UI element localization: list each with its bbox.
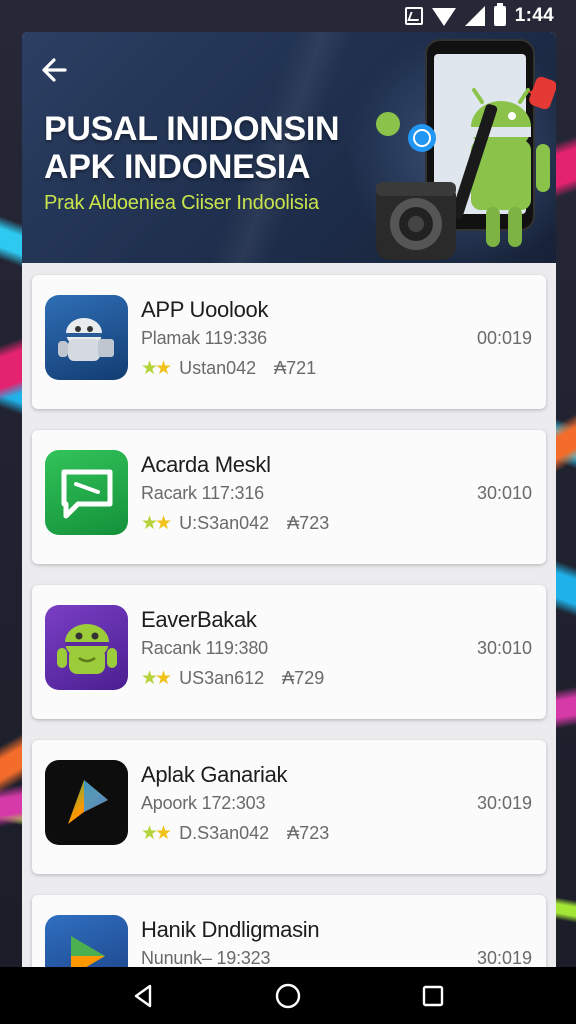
status-bar: 1:44 bbox=[0, 0, 576, 32]
rating-user: US3an612 bbox=[179, 668, 265, 688]
page-subtitle: Prak Aldoeniea Ciiser Indoolisia bbox=[44, 192, 319, 214]
app-meta: Apoork 172:303 bbox=[141, 793, 266, 813]
header-banner: PUSAL INIDONSIN APK INDONESIA Prak Aldoe… bbox=[22, 32, 556, 263]
rating-row: ★★ D.S3an042 ₳723 bbox=[141, 822, 329, 845]
image-notification-icon bbox=[404, 7, 423, 25]
list-item[interactable]: Hanik Dndligmasin Nununk– 19:323 30:019 bbox=[32, 895, 546, 967]
app-window: PUSAL INIDONSIN APK INDONESIA Prak Aldoe… bbox=[22, 32, 556, 967]
battery-icon bbox=[493, 3, 506, 26]
star-rating-icon: ★★ bbox=[141, 668, 172, 689]
star-rating-icon: ★★ bbox=[141, 358, 172, 379]
chat-bubble-icon bbox=[45, 450, 128, 535]
app-meta: Racank 119:380 bbox=[141, 638, 268, 658]
recents-square-icon bbox=[423, 985, 444, 1006]
title-line-2: APK INDONESIA bbox=[44, 148, 311, 186]
rating-user: Ustan042 bbox=[179, 358, 257, 378]
android-phone-illustration bbox=[376, 39, 556, 260]
rating-row: ★★ Ustan042 ₳721 bbox=[141, 357, 316, 380]
app-size: 00:019 bbox=[476, 328, 532, 348]
wifi-icon bbox=[431, 8, 456, 26]
star-rating-icon: ★★ bbox=[141, 823, 172, 844]
rating-row: ★★ U:S3an042 ₳723 bbox=[141, 512, 329, 535]
rating-user: U:S3an042 bbox=[179, 513, 270, 533]
app-name: Aplak Ganariak bbox=[141, 762, 288, 787]
list-item[interactable]: APP Uoolook Plamak 119:336 00:019 ★★ Ust… bbox=[32, 275, 546, 409]
title-line-1: PUSAL INIDONSIN bbox=[44, 110, 340, 148]
nav-recents-button[interactable] bbox=[408, 971, 458, 1021]
arrow-left-icon bbox=[42, 58, 67, 82]
app-name: EaverBakak bbox=[141, 607, 257, 632]
app-name: Acarda Meskl bbox=[141, 452, 271, 477]
page-title: PUSAL INIDONSIN APK INDONESIA bbox=[44, 110, 340, 186]
rating-user: D.S3an042 bbox=[179, 823, 270, 843]
rating-count: ₳723 bbox=[287, 823, 330, 843]
rating-count: ₳729 bbox=[282, 668, 325, 688]
navigation-bar bbox=[0, 967, 576, 1024]
app-list: APP Uoolook Plamak 119:336 00:019 ★★ Ust… bbox=[32, 275, 546, 967]
app-size: 30:019 bbox=[476, 793, 532, 813]
app-meta: Plamak 119:336 bbox=[141, 328, 267, 348]
rating-row: ★★ US3an612 ₳729 bbox=[141, 667, 324, 690]
signal-icon bbox=[464, 6, 485, 26]
star-rating-icon: ★★ bbox=[141, 513, 172, 534]
back-triangle-icon bbox=[134, 984, 151, 1007]
back-button[interactable] bbox=[38, 54, 70, 86]
app-size: 30:010 bbox=[476, 638, 532, 658]
list-item[interactable]: EaverBakak Racank 119:380 30:010 ★★ US3a… bbox=[32, 585, 546, 719]
play-p-icon bbox=[45, 915, 128, 967]
android-face-icon bbox=[45, 605, 128, 690]
rating-count: ₳723 bbox=[287, 513, 330, 533]
home-circle-icon bbox=[275, 983, 301, 1008]
list-item[interactable]: Acarda Meskl Racark 117:316 30:010 ★★ U:… bbox=[32, 430, 546, 564]
rating-count: ₳721 bbox=[274, 358, 317, 378]
app-name: APP Uoolook bbox=[141, 297, 269, 322]
app-meta: Racark 117:316 bbox=[141, 483, 264, 503]
gradient-p-icon bbox=[45, 760, 128, 845]
app-size: 30:010 bbox=[476, 483, 532, 503]
app-size: 30:019 bbox=[476, 948, 532, 967]
list-item[interactable]: Aplak Ganariak Apoork 172:303 30:019 ★★ … bbox=[32, 740, 546, 874]
app-meta: Nununk– 19:323 bbox=[141, 948, 271, 967]
clock: 1:44 bbox=[514, 5, 554, 26]
android-robot-icon bbox=[45, 295, 128, 380]
nav-back-button[interactable] bbox=[118, 971, 168, 1021]
app-name: Hanik Dndligmasin bbox=[141, 917, 320, 942]
nav-home-button[interactable] bbox=[263, 971, 313, 1021]
